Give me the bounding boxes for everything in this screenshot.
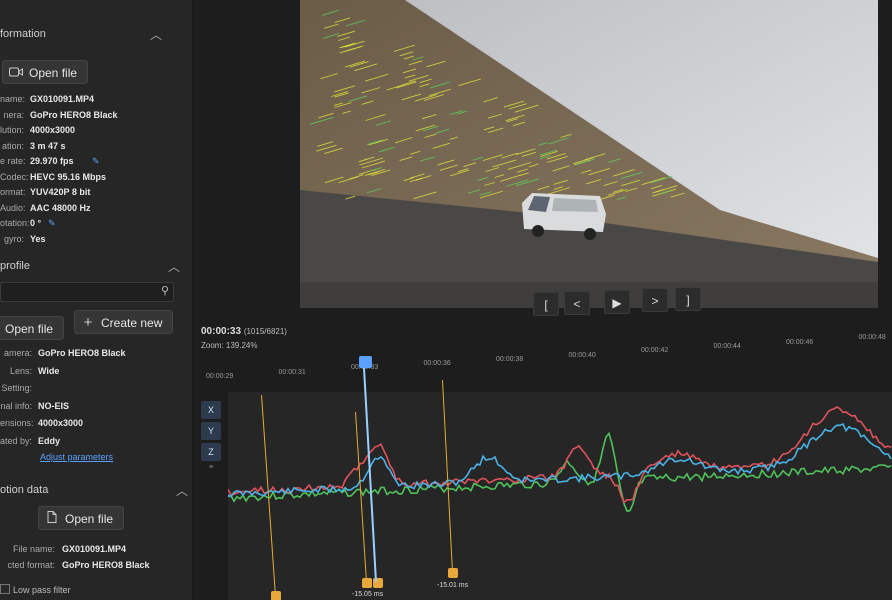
info-key: name: bbox=[0, 94, 26, 104]
video-info-header[interactable]: formation ︿ bbox=[0, 24, 180, 46]
sync-offset-label: -15.05 ms bbox=[352, 591, 384, 598]
info-key: otation: bbox=[0, 218, 30, 228]
info-key: amera: bbox=[3, 348, 32, 358]
info-key: nera: bbox=[3, 109, 24, 120]
open-video-button[interactable]: Open file bbox=[2, 60, 89, 85]
sync-marker-handle[interactable] bbox=[362, 578, 372, 588]
gyro-graph[interactable] bbox=[228, 392, 892, 600]
video-camera-icon bbox=[9, 61, 23, 85]
next-frame-button[interactable]: > bbox=[642, 288, 668, 313]
play-button[interactable]: ▶ bbox=[604, 289, 630, 314]
axis-toggle-x[interactable]: X bbox=[201, 401, 221, 419]
open-lens-label: Open file bbox=[5, 322, 54, 336]
lens-search-input[interactable]: ⚲ bbox=[0, 282, 174, 302]
info-key: Codec: bbox=[0, 171, 29, 182]
axis-toggle-y[interactable]: Y bbox=[201, 422, 221, 440]
info-key: gyro: bbox=[3, 233, 24, 244]
video-preview[interactable] bbox=[300, 0, 878, 308]
edit-pencil-icon[interactable]: ✎ bbox=[48, 218, 56, 229]
adjust-parameters-link[interactable]: Adjust parameters bbox=[40, 452, 113, 462]
time-tick-label: 00:00:44 bbox=[713, 342, 741, 350]
video-info-title: formation bbox=[0, 28, 46, 40]
info-value: Yes bbox=[30, 233, 46, 244]
info-key: e rate: bbox=[0, 156, 26, 166]
info-key: ated by: bbox=[0, 435, 33, 446]
info-value: GoPro HERO8 Black bbox=[30, 109, 118, 120]
time-tick-label: 00:00:42 bbox=[641, 347, 669, 355]
open-lens-button[interactable]: Open file bbox=[0, 316, 65, 340]
info-value: GX010091.MP4 bbox=[30, 94, 95, 104]
info-key: ensions: bbox=[0, 418, 34, 428]
lens-profile-title: profile bbox=[0, 260, 30, 272]
prev-frame-button[interactable]: < bbox=[564, 290, 590, 315]
info-key: ation: bbox=[1, 140, 24, 151]
left-panel: formation ︿ Open file name: GX010091.MP4 n… bbox=[0, 0, 193, 600]
time-tick-label: 00:00:29 bbox=[206, 373, 234, 380]
axis-settings-icon[interactable]: ≡ bbox=[209, 464, 213, 471]
info-key: ormat: bbox=[0, 187, 26, 197]
info-value: GX010091.MP4 bbox=[62, 544, 127, 554]
info-value: NO-EIS bbox=[38, 400, 70, 411]
create-lens-button[interactable]: + Create new bbox=[74, 310, 174, 334]
chevron-up-icon[interactable]: ︿ bbox=[168, 258, 180, 275]
info-value: 3 m 47 s bbox=[30, 140, 66, 151]
low-pass-checkbox[interactable] bbox=[0, 584, 10, 594]
info-value: 4000x3000 bbox=[30, 125, 76, 135]
info-value: 0 ° bbox=[30, 218, 42, 228]
go-to-start-button[interactable]: [ bbox=[533, 292, 559, 316]
document-icon bbox=[45, 507, 59, 531]
time-tick-label: 00:00:38 bbox=[496, 355, 524, 363]
info-value: Wide bbox=[38, 365, 60, 376]
go-to-end-button[interactable]: ] bbox=[675, 287, 701, 312]
motion-data-title: otion data bbox=[0, 484, 49, 496]
search-icon: ⚲ bbox=[160, 285, 169, 297]
low-pass-filter-label[interactable]: Low pass filter bbox=[0, 584, 71, 595]
open-video-label: Open file bbox=[29, 66, 78, 80]
time-tick-label: 00:00:40 bbox=[568, 351, 596, 359]
timecode-display: 00:00:33 (1015/6821) bbox=[201, 326, 287, 337]
time-tick-label: 00:00:31 bbox=[278, 368, 306, 376]
open-motion-button[interactable]: Open file bbox=[38, 506, 125, 531]
info-value: GoPro HERO8 Black bbox=[38, 348, 126, 358]
lens-profile-header[interactable]: profile ︿ bbox=[0, 256, 180, 278]
info-value: HEVC 95.16 Mbps bbox=[30, 171, 107, 182]
create-lens-label: Create new bbox=[101, 316, 163, 330]
info-key: nal info: bbox=[0, 400, 32, 411]
open-motion-label: Open file bbox=[65, 512, 114, 526]
info-value: YUV420P 8 bit bbox=[30, 187, 91, 197]
info-value: 4000x3000 bbox=[38, 418, 84, 428]
axis-toggle-z[interactable]: Z bbox=[201, 443, 221, 461]
low-pass-text: Low pass filter bbox=[13, 585, 71, 595]
time-tick-label: 00:00:48 bbox=[858, 334, 886, 342]
info-key: File name: bbox=[12, 544, 55, 554]
time-tick-label: 00:00:36 bbox=[423, 360, 451, 368]
info-key: Audio: bbox=[0, 202, 26, 213]
info-value: 29.970 fps bbox=[30, 156, 74, 166]
info-value: Eddy bbox=[38, 435, 61, 446]
chevron-up-icon[interactable]: ︿ bbox=[150, 26, 162, 43]
info-key: Lens: bbox=[9, 365, 32, 376]
playhead-handle[interactable] bbox=[359, 356, 372, 368]
sync-offset-label: -15.01 ms bbox=[437, 582, 469, 589]
sync-marker-handle[interactable] bbox=[448, 568, 458, 578]
info-key: cted format: bbox=[7, 560, 55, 570]
info-value: GoPro HERO8 Black bbox=[62, 560, 150, 570]
sync-marker-handle[interactable] bbox=[271, 591, 281, 600]
zoom-level: Zoom: 139.24% bbox=[201, 341, 258, 350]
app-window: formation ︿ Open file name: GX010091.MP4 n… bbox=[0, 0, 892, 600]
frame-info: (1015/6821) bbox=[243, 327, 287, 336]
info-key: lution: bbox=[0, 125, 25, 135]
chevron-up-icon[interactable]: ︿ bbox=[176, 482, 188, 499]
timecode: 00:00:33 bbox=[201, 326, 242, 337]
time-tick-label: 00:00:46 bbox=[786, 338, 814, 346]
motion-data-header[interactable]: otion data ︿ bbox=[0, 480, 188, 502]
edit-pencil-icon[interactable]: ✎ bbox=[92, 156, 100, 167]
info-value: AAC 48000 Hz bbox=[30, 202, 91, 213]
info-key: Setting: bbox=[1, 383, 32, 393]
plus-icon: + bbox=[83, 314, 93, 331]
